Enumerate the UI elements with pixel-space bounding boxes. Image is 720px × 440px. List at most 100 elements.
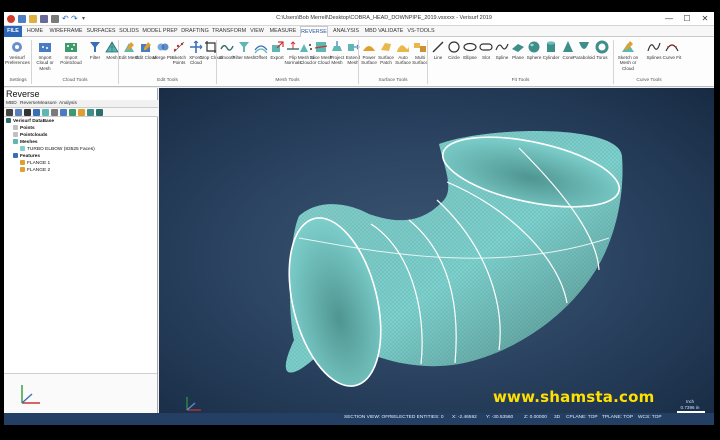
panel-tab-reverse[interactable]: Reverse [20,100,38,108]
tab-surfaces[interactable]: SURFACES [86,26,116,37]
panel-tab-measure[interactable]: Measure [38,100,57,108]
panel-tab-analysis[interactable]: Analysis [59,100,77,108]
hide-icon[interactable] [60,109,67,116]
ribbon-button-label: Import Cloud or Mesh [36,55,54,71]
window-title: C:\Users\Bob Merrell\Desktop\COBRA_HEAD_… [276,15,492,21]
tree-item-label: FLANGE 2 [27,168,51,173]
database-icon [6,118,11,123]
new-file-icon[interactable] [18,15,26,23]
scale-value: 0.7396 in [680,405,700,410]
import-cloud-button[interactable]: Import Cloud or Mesh [33,40,57,74]
tab-transform[interactable]: TRANSFORM [212,26,246,37]
tab-model-prep[interactable]: MODEL PREP [142,26,178,37]
tab-file[interactable]: FILE [4,26,22,37]
open-file-icon[interactable] [29,15,37,23]
group-label-cloud-tools: Cloud Tools [62,78,88,83]
feature-icon[interactable] [87,109,94,116]
group-label-curve-tools: Curve Tools [636,78,662,83]
tree-item[interactable]: FLANGE 2 [20,167,50,174]
panel-toolbar [4,108,158,117]
preferences-button[interactable]: Verisurf Preferences [5,40,30,74]
undo-icon[interactable]: ↶ [62,15,70,23]
tree-item[interactable]: TURBO ELBOW (83525 Faces) [20,146,95,153]
tab-wireframe[interactable]: WIREFRAME [48,26,84,37]
panel-preview [4,373,157,413]
watermark: www.shamsta.com [493,388,655,406]
tab-measure[interactable]: MEASURE [268,26,298,37]
tree-item-label: FLANGE 1 [27,161,51,166]
group-label-surface-tools: Surface Tools [378,78,408,83]
tree-item-label: Pointclouds [20,133,48,138]
status-x-coordinate: X: -2.46592 [452,415,477,420]
import-pointcloud-button[interactable]: Import Pointcloud [59,40,83,74]
tab-home[interactable]: HOME [24,26,46,37]
sketch-on-mesh-icon [622,41,634,52]
settings-icon[interactable] [96,109,103,116]
tree-item[interactable]: Verisurf DataBase [6,118,54,125]
save-icon[interactable] [40,15,48,23]
tab-analysis[interactable]: ANALYSIS [330,26,362,37]
tree-item[interactable]: Pointclouds [13,132,47,139]
tab-solids[interactable]: SOLIDS [118,26,140,37]
color-icon[interactable] [78,109,85,116]
layer-icon[interactable] [69,109,76,116]
group-label-edit-tools: Edit Tools [157,78,178,83]
collapse-icon[interactable] [6,109,13,116]
pointclouds-icon [13,132,18,137]
screen-frame: ↶ ↷ ▾ C:\Users\Bob Merrell\Desktop\COBRA… [0,0,720,440]
status-wcs[interactable]: WCS: TOP [638,415,662,420]
tree-item[interactable]: Points [13,125,35,132]
tab-vs-tools[interactable]: VS-TOOLS [406,26,436,37]
status-tplane[interactable]: TPLANE: TOP [602,415,633,420]
ribbon-button-label: Torus [596,55,608,60]
database-tree: Verisurf DataBase Points Pointclouds Mes… [4,118,158,373]
select-all-icon[interactable] [24,109,31,116]
flange-icon [20,160,25,165]
splines-icon [647,42,661,52]
status-bar: SECTION VIEW: OFF SELECTED ENTITIES: 0 X… [4,413,714,425]
ribbon-button-label: Curve Fit [662,55,682,60]
panel-tab-mbd[interactable]: MBD [6,100,17,108]
tab-drafting[interactable]: DRAFTING [180,26,210,37]
tab-view[interactable]: VIEW [248,26,266,37]
minimize-button[interactable]: — [660,12,678,26]
application-window: ↶ ↷ ▾ C:\Users\Bob Merrell\Desktop\COBRA… [4,12,714,425]
paraboloid-icon [579,42,589,49]
axis-triad-icon [21,385,40,404]
redo-icon[interactable]: ↷ [71,15,79,23]
tree-item[interactable]: FLANGE 1 [20,160,50,167]
quick-access-dropdown-icon[interactable]: ▾ [82,15,90,23]
print-icon[interactable] [51,15,59,23]
tree-item-label: TURBO ELBOW (83525 Faces) [27,147,95,152]
mesh-filter-icon[interactable] [42,109,49,116]
maximize-button[interactable]: ☐ [678,12,696,26]
tab-reverse[interactable]: REVERSE [300,26,328,37]
expand-icon[interactable] [15,109,22,116]
curve-fit-button[interactable]: Curve Fit [660,40,684,74]
status-z-coordinate: Z: 0.00000 [524,415,547,420]
status-y-coordinate: Y: -30.53560 [486,415,514,420]
status-cplane[interactable]: CPLANE: TOP [566,415,598,420]
title-bar: ↶ ↷ ▾ C:\Users\Bob Merrell\Desktop\COBRA… [4,12,714,26]
elbow-mesh-model[interactable] [159,88,714,413]
tab-mbd-validate[interactable]: MBD VALIDATE [364,26,404,37]
status-section-view[interactable]: SECTION VIEW: OFF [344,415,391,420]
close-button[interactable]: ✕ [696,12,714,26]
sketch-on-mesh-button[interactable]: Sketch on Mesh or Cloud [614,40,642,74]
ribbon-button-label: Sketch on Mesh or Cloud [617,55,639,71]
status-selected-entities[interactable]: SELECTED ENTITIES: 0 [390,415,444,420]
panel-title: Reverse [6,89,40,99]
points-icon [13,125,18,130]
graphics-viewport[interactable]: www.shamsta.com Inch 0.7396 in [159,88,714,413]
tree-item[interactable]: Features [13,153,40,160]
torus-button[interactable]: Torus [590,40,614,74]
ribbon-button-label: Verisurf Preferences [5,55,30,66]
points-filter-icon[interactable] [33,109,40,116]
tree-item[interactable]: Meshes [13,139,38,146]
show-icon[interactable] [51,109,58,116]
tree-item-label: Verisurf DataBase [13,119,55,124]
ribbon-tab-bar: FILE HOME WIREFRAME SURFACES SOLIDS MODE… [4,26,714,37]
status-3d-mode[interactable]: 3D [554,415,560,420]
torus-icon [595,40,609,54]
mesh-item-icon [20,146,25,151]
